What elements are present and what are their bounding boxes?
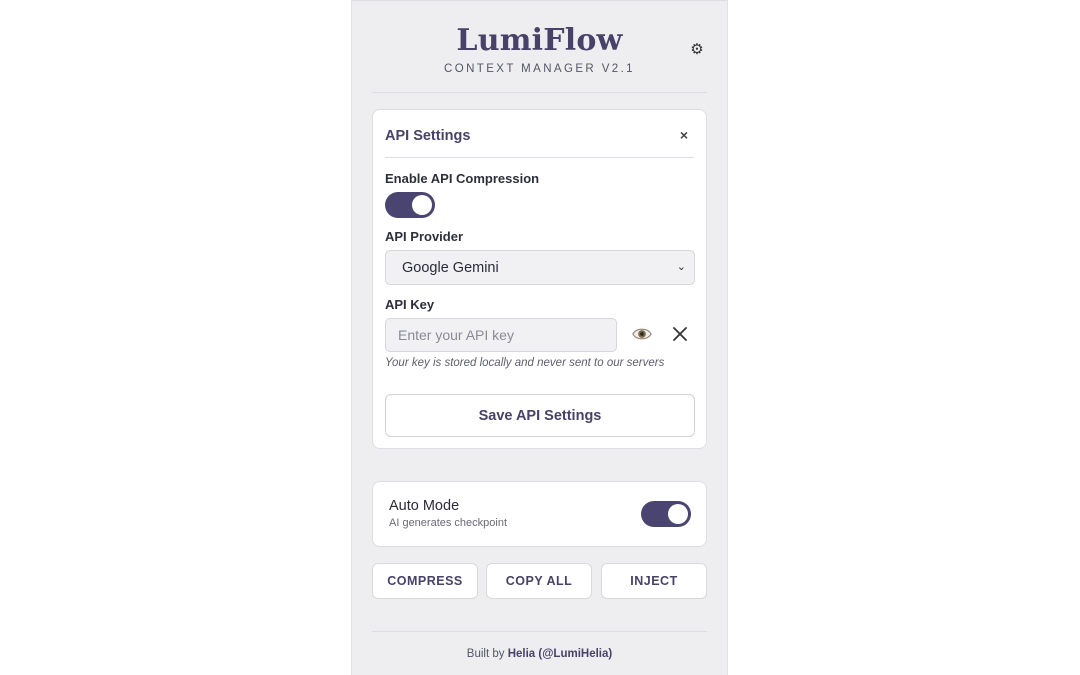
header: LumiFlow CONTEXT MANAGER V2.1 ⚙ [372, 1, 707, 93]
compression-label: Enable API Compression [385, 171, 540, 186]
eye-icon[interactable] [631, 323, 653, 345]
provider-select[interactable]: Google Gemini ⌄ [385, 250, 695, 285]
gear-icon[interactable]: ⚙ [687, 40, 707, 60]
action-buttons: COMPRESS COPY ALL INJECT [372, 563, 707, 599]
close-icon[interactable]: × [680, 127, 688, 143]
compression-toggle[interactable] [385, 192, 435, 218]
toggle-knob [412, 195, 432, 215]
clear-key-icon[interactable] [671, 325, 689, 343]
auto-mode-subtitle: AI generates checkpoint [389, 517, 508, 529]
footer-author-link[interactable]: Helia (@LumiHelia) [508, 648, 613, 660]
provider-label: API Provider [385, 229, 464, 244]
divider [385, 157, 694, 158]
app-subtitle: CONTEXT MANAGER V2.1 [444, 63, 635, 75]
inject-button[interactable]: INJECT [601, 563, 707, 599]
save-api-settings-button[interactable]: Save API Settings [385, 394, 695, 437]
footer: Built by Helia (@LumiHelia) [352, 648, 727, 660]
api-key-input[interactable] [385, 318, 617, 352]
api-key-hint: Your key is stored locally and never sen… [385, 357, 665, 369]
copy-all-button[interactable]: COPY ALL [486, 563, 592, 599]
auto-mode-title: Auto Mode [389, 498, 460, 514]
footer-prefix: Built by [466, 648, 505, 660]
auto-mode-toggle[interactable] [641, 501, 691, 527]
toggle-knob [668, 504, 688, 524]
auto-mode-card: Auto Mode AI generates checkpoint [372, 481, 707, 547]
app-title: LumiFlow [456, 23, 623, 58]
compress-button[interactable]: COMPRESS [372, 563, 478, 599]
extension-panel: LumiFlow CONTEXT MANAGER V2.1 ⚙ API Sett… [351, 0, 728, 675]
api-settings-card: API Settings × Enable API Compression AP… [372, 109, 707, 449]
api-key-label: API Key [385, 297, 435, 312]
api-settings-title: API Settings [385, 128, 471, 144]
provider-value: Google Gemini [402, 260, 499, 276]
chevron-down-icon: ⌄ [676, 261, 686, 273]
footer-divider [372, 631, 707, 632]
